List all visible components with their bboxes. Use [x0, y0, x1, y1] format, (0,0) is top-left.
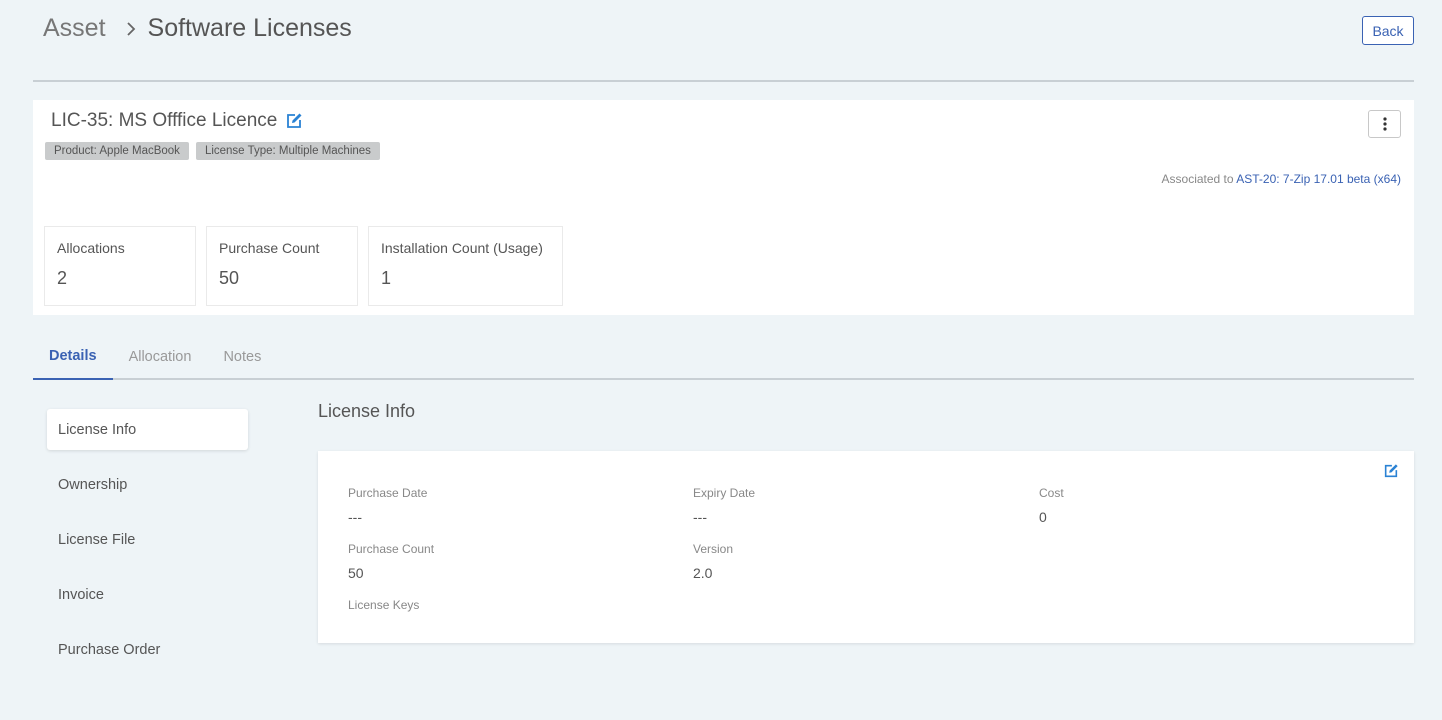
tag-license-type: License Type: Multiple Machines	[195, 142, 380, 160]
page: Asset Software Licenses Back LIC-35: MS …	[0, 0, 1442, 720]
back-button[interactable]: Back	[1362, 16, 1414, 45]
field-cost: Cost 0	[1039, 486, 1064, 525]
field-version: Version 2.0	[693, 542, 733, 581]
breadcrumb: Asset Software Licenses	[43, 14, 352, 43]
field-value: 0	[1039, 509, 1047, 525]
tab-allocation[interactable]: Allocation	[113, 334, 208, 380]
chevron-right-icon	[126, 21, 136, 37]
field-label: Version	[693, 542, 734, 556]
details-side-nav: License Info Ownership License File Invo…	[47, 409, 248, 684]
header-divider	[33, 80, 1414, 82]
stat-purchase-count: Purchase Count 50	[206, 226, 358, 306]
field-value: ---	[348, 509, 362, 525]
field-value: 2.0	[693, 565, 713, 581]
tab-bar: Details Allocation Notes	[33, 334, 1414, 380]
field-value: ---	[693, 509, 707, 525]
field-purchase-date: Purchase Date ---	[348, 486, 427, 525]
stat-value: 1	[381, 268, 392, 288]
breadcrumb-current: Software Licenses	[147, 14, 352, 42]
stat-label: Allocations	[57, 240, 125, 256]
field-license-keys: License Keys	[348, 598, 419, 621]
edit-icon[interactable]	[285, 112, 303, 130]
field-label: Cost	[1039, 486, 1064, 500]
stat-label: Purchase Count	[219, 240, 320, 256]
side-item-invoice[interactable]: Invoice	[47, 574, 248, 615]
stat-allocations: Allocations 2	[44, 226, 196, 306]
field-expiry-date: Expiry Date ---	[693, 486, 755, 525]
associated-to: Associated to AST-20: 7-Zip 17.01 beta (…	[1162, 172, 1401, 186]
stat-value: 2	[57, 268, 68, 288]
associated-prefix: Associated to	[1161, 172, 1234, 186]
tab-details[interactable]: Details	[33, 334, 113, 380]
license-summary-card: LIC-35: MS Offfice Licence Product: Appl…	[33, 100, 1414, 315]
field-label: Purchase Date	[348, 486, 428, 500]
more-options-button[interactable]	[1368, 110, 1401, 138]
license-title: LIC-35: MS Offfice Licence	[51, 110, 278, 131]
stat-value: 50	[219, 268, 240, 288]
breadcrumb-asset[interactable]: Asset	[43, 14, 106, 43]
side-item-purchase-order[interactable]: Purchase Order	[47, 629, 248, 670]
license-title-row: LIC-35: MS Offfice Licence	[51, 110, 303, 132]
field-purchase-count: Purchase Count 50	[348, 542, 434, 581]
stat-installation-count: Installation Count (Usage) 1	[368, 226, 563, 306]
field-label: Purchase Count	[348, 542, 435, 556]
side-item-license-file[interactable]: License File	[47, 519, 248, 560]
tab-notes[interactable]: Notes	[207, 334, 277, 380]
edit-icon[interactable]	[1383, 463, 1399, 479]
section-title: License Info	[318, 401, 416, 421]
field-value: 50	[348, 565, 364, 581]
field-label: Expiry Date	[693, 486, 756, 500]
tag-product: Product: Apple MacBook	[45, 142, 189, 160]
field-label: License Keys	[348, 598, 420, 612]
associated-asset-link[interactable]: AST-20: 7-Zip 17.01 beta (x64)	[1236, 172, 1401, 186]
side-item-license-info[interactable]: License Info	[47, 409, 248, 450]
vertical-dots-icon	[1382, 117, 1387, 131]
license-info-card: Purchase Date --- Expiry Date --- Cost 0…	[318, 451, 1414, 643]
license-tags: Product: Apple MacBook License Type: Mul…	[45, 142, 380, 160]
side-item-ownership[interactable]: Ownership	[47, 464, 248, 505]
stat-label: Installation Count (Usage)	[381, 240, 543, 256]
